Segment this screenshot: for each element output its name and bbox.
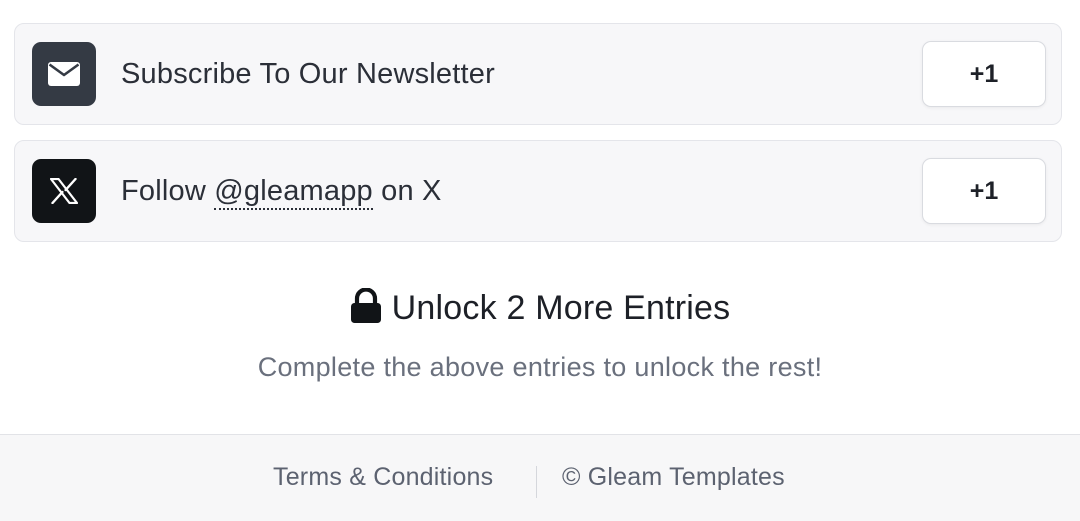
copyright-link[interactable]: © Gleam Templates — [562, 463, 785, 492]
entry-label-suffix: on X — [372, 175, 442, 207]
x-handle-link[interactable]: @gleamapp — [214, 175, 373, 210]
entries-widget: Subscribe To Our Newsletter +1 Follow @g… — [0, 0, 1080, 521]
terms-link[interactable]: Terms & Conditions — [273, 463, 493, 492]
unlock-heading: Unlock 2 More Entries — [0, 287, 1080, 329]
envelope-icon — [32, 42, 96, 106]
entry-follow-x[interactable]: Follow @gleamapp on X +1 — [14, 140, 1062, 242]
entry-label: Subscribe To Our Newsletter — [121, 58, 495, 90]
entry-label: Follow @gleamapp on X — [121, 141, 442, 241]
unlock-subtitle: Complete the above entries to unlock the… — [257, 352, 823, 382]
lock-icon — [350, 287, 382, 329]
entry-label-prefix: Follow — [121, 175, 215, 207]
entry-newsletter[interactable]: Subscribe To Our Newsletter +1 — [14, 23, 1062, 125]
x-logo-icon — [32, 159, 96, 223]
entry-points-button[interactable]: +1 — [922, 158, 1046, 224]
footer-divider — [536, 466, 537, 498]
unlock-title: Unlock 2 More Entries — [391, 289, 731, 327]
footer: Terms & Conditions © Gleam Templates — [0, 434, 1080, 521]
entry-points-button[interactable]: +1 — [922, 41, 1046, 107]
